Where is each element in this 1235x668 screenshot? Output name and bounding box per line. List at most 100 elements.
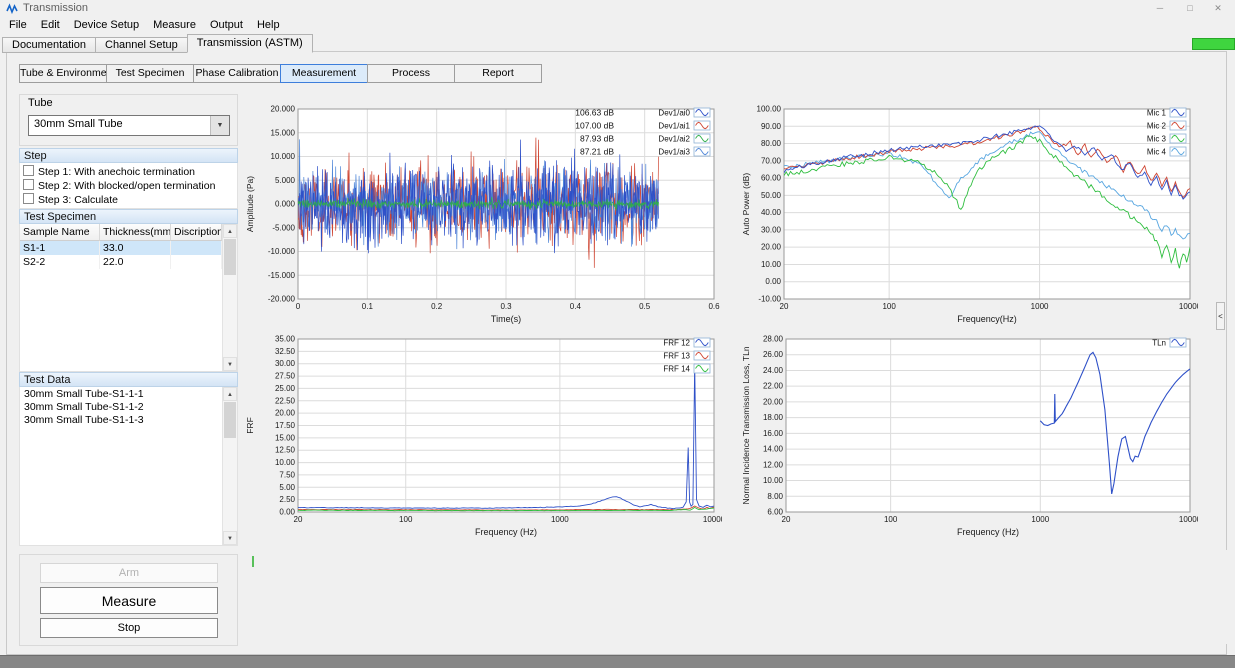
checkbox-icon[interactable] — [23, 179, 34, 190]
cell — [171, 241, 222, 255]
status-bar — [0, 655, 1235, 668]
svg-text:12.50: 12.50 — [275, 446, 296, 455]
arm-button[interactable]: Arm — [40, 563, 218, 583]
testdata-list: 30mm Small Tube-S1-1-130mm Small Tube-S1… — [20, 388, 222, 427]
svg-text:Mic 4: Mic 4 — [1147, 148, 1167, 157]
svg-text:-10.000: -10.000 — [268, 247, 296, 256]
minimize-button[interactable]: ─ — [1145, 0, 1175, 17]
scroll-down-icon[interactable]: ▼ — [223, 531, 237, 545]
control-group: Arm Measure Stop — [19, 554, 238, 646]
tab-documentation[interactable]: Documentation — [2, 37, 96, 53]
svg-text:25.00: 25.00 — [275, 384, 296, 393]
tube-selected-value: 30mm Small Tube — [34, 118, 123, 130]
menu-help[interactable]: Help — [250, 18, 287, 33]
svg-text:70.00: 70.00 — [761, 156, 782, 165]
scroll-down-icon[interactable]: ▼ — [223, 357, 237, 371]
close-button[interactable]: ✕ — [1203, 0, 1233, 17]
chart-frf: 35.0032.5030.0027.5025.0022.5020.0017.50… — [244, 329, 722, 538]
specimen-row[interactable]: S1-133.0 — [20, 241, 222, 255]
svg-text:0.6: 0.6 — [708, 302, 720, 311]
specimen-scrollbar[interactable]: ▲ ▼ — [222, 224, 237, 371]
titlebar: Transmission ─ □ ✕ — [0, 0, 1235, 18]
svg-text:14.00: 14.00 — [763, 445, 784, 454]
testdata-item[interactable]: 30mm Small Tube-S1-1-1 — [20, 388, 222, 401]
step-label: Step 3: Calculate — [38, 194, 118, 206]
svg-text:-15.000: -15.000 — [268, 271, 296, 280]
svg-text:22.00: 22.00 — [763, 382, 784, 391]
step-label: Step 2: With blocked/open termination — [38, 180, 215, 192]
checkbox-icon[interactable] — [23, 193, 34, 204]
scroll-thumb[interactable] — [224, 402, 236, 438]
log-area[interactable] — [244, 550, 1228, 644]
subtab-tube-environment[interactable]: Tube & Environment — [19, 64, 107, 83]
svg-text:0: 0 — [296, 302, 301, 311]
svg-text:100: 100 — [882, 302, 896, 311]
dropdown-arrow-icon[interactable]: ▼ — [210, 116, 229, 135]
svg-text:Normal Incidence Transmission: Normal Incidence Transmission Loss, TLn — [741, 346, 751, 504]
scroll-thumb[interactable] — [224, 239, 236, 275]
subtab-test-specimen[interactable]: Test Specimen — [106, 64, 194, 83]
svg-text:Mic 3: Mic 3 — [1147, 135, 1167, 144]
subtab-process[interactable]: Process — [367, 64, 455, 83]
step-item[interactable]: Step 2: With blocked/open termination — [20, 179, 237, 193]
step-item[interactable]: Step 1: With anechoic termination — [20, 165, 237, 179]
testdata-scrollbar[interactable]: ▲ ▼ — [222, 387, 237, 545]
svg-text:FRF 14: FRF 14 — [663, 365, 690, 374]
tab-channel-setup[interactable]: Channel Setup — [95, 37, 188, 53]
cell: 22.0 — [100, 255, 171, 269]
menu-measure[interactable]: Measure — [146, 18, 203, 33]
menubar: FileEditDevice SetupMeasureOutputHelp — [0, 18, 287, 33]
menu-file[interactable]: File — [2, 18, 34, 33]
collapse-panel-button[interactable]: < — [1216, 302, 1225, 330]
testdata-item[interactable]: 30mm Small Tube-S1-1-3 — [20, 414, 222, 427]
subtab-measurement[interactable]: Measurement — [280, 64, 368, 83]
svg-text:FRF 12: FRF 12 — [663, 339, 690, 348]
checkbox-icon[interactable] — [23, 165, 34, 176]
svg-text:FRF 13: FRF 13 — [663, 352, 690, 361]
svg-text:10000: 10000 — [703, 515, 722, 524]
svg-text:20.000: 20.000 — [271, 105, 296, 114]
maximize-button[interactable]: □ — [1175, 0, 1205, 17]
scroll-up-icon[interactable]: ▲ — [223, 387, 237, 401]
subtab-phase-calibration[interactable]: Phase Calibration — [193, 64, 281, 83]
specimen-row[interactable]: S2-222.0 — [20, 255, 222, 269]
column-header[interactable]: Discription — [171, 224, 222, 241]
svg-text:Mic 2: Mic 2 — [1147, 122, 1167, 131]
svg-text:10.00: 10.00 — [275, 458, 296, 467]
svg-text:Frequency (Hz): Frequency (Hz) — [957, 527, 1019, 537]
svg-text:TLn: TLn — [1152, 339, 1166, 348]
tube-select[interactable]: 30mm Small Tube ▼ — [28, 115, 230, 136]
cell: 33.0 — [100, 241, 171, 255]
chart-transmission-loss: 28.0026.0024.0022.0020.0018.0016.0014.00… — [740, 329, 1198, 538]
measure-button[interactable]: Measure — [40, 587, 218, 614]
level-meter — [1192, 38, 1235, 50]
menu-output[interactable]: Output — [203, 18, 250, 33]
svg-text:0.1: 0.1 — [362, 302, 374, 311]
column-header[interactable]: Sample Name — [20, 224, 100, 241]
testdata-item[interactable]: 30mm Small Tube-S1-1-2 — [20, 401, 222, 414]
menu-edit[interactable]: Edit — [34, 18, 67, 33]
testdata-section-header: Test Data — [19, 372, 238, 387]
svg-text:20.00: 20.00 — [763, 397, 784, 406]
svg-text:35.00: 35.00 — [275, 335, 296, 344]
step-item[interactable]: Step 3: Calculate — [20, 193, 237, 207]
column-header[interactable]: Thickness(mm) — [100, 224, 171, 241]
scroll-up-icon[interactable]: ▲ — [223, 224, 237, 238]
tabstrip: DocumentationChannel SetupTransmission (… — [2, 33, 312, 53]
svg-text:Dev1/ai3: Dev1/ai3 — [658, 148, 690, 157]
svg-text:80.00: 80.00 — [761, 139, 782, 148]
svg-text:1000: 1000 — [1031, 302, 1049, 311]
svg-text:Mic 1: Mic 1 — [1147, 109, 1167, 118]
stop-button[interactable]: Stop — [40, 618, 218, 638]
tab-transmission-astm[interactable]: Transmission (ASTM) — [187, 34, 313, 53]
subtab-report[interactable]: Report — [454, 64, 542, 83]
svg-text:40.00: 40.00 — [761, 208, 782, 217]
svg-text:10000: 10000 — [1179, 515, 1198, 524]
svg-text:10000: 10000 — [1179, 302, 1198, 311]
svg-text:87.21 dB: 87.21 dB — [580, 147, 614, 157]
specimen-table-body: Sample NameThickness(mm)DiscriptionS1-13… — [20, 224, 222, 371]
menu-device-setup[interactable]: Device Setup — [67, 18, 146, 33]
svg-text:18.00: 18.00 — [763, 413, 784, 422]
tab-page-transmission-astm: Tube & EnvironmentTest SpecimenPhase Cal… — [6, 51, 1227, 655]
svg-text:Dev1/ai2: Dev1/ai2 — [658, 135, 690, 144]
